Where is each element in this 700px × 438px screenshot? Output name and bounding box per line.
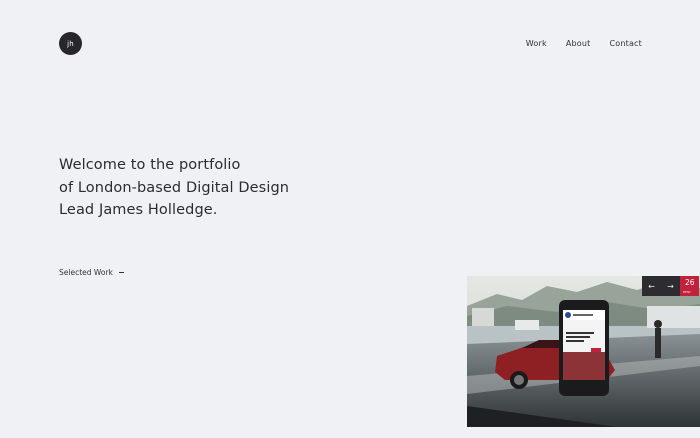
hero-intro: Welcome to the portfolio of London-based… (59, 154, 359, 222)
hero-line-2: of London-based Digital Design (59, 179, 290, 196)
main-nav: Work About Contact (526, 39, 642, 49)
arrow-left-icon[interactable]: ← (642, 276, 661, 296)
next-glyph: → (667, 281, 674, 291)
nav-contact-link[interactable]: Contact (609, 39, 642, 49)
slide-label: BMW (683, 290, 691, 294)
project-slide-image[interactable] (467, 276, 700, 427)
dash-icon (118, 272, 124, 273)
selected-work-label: Selected Work (59, 268, 113, 277)
bmw-project-image (467, 276, 700, 427)
nav-about-link[interactable]: About (566, 39, 591, 49)
selected-work-link[interactable]: Selected Work (59, 268, 124, 277)
slide-counter: 26 BMW (680, 276, 699, 296)
nav-work-link[interactable]: Work (526, 39, 547, 49)
prev-glyph: ← (648, 281, 655, 291)
hero-line-3: Lead James Holledge. (59, 202, 218, 218)
logo[interactable]: jh (59, 32, 82, 55)
arrow-right-icon[interactable]: → (661, 276, 680, 296)
hero-line-1: Welcome to the portfolio (59, 157, 241, 173)
slide-number: 26 (685, 278, 695, 287)
logo-text: jh (67, 39, 74, 48)
slider-controls: ← → 26 BMW (642, 276, 699, 296)
